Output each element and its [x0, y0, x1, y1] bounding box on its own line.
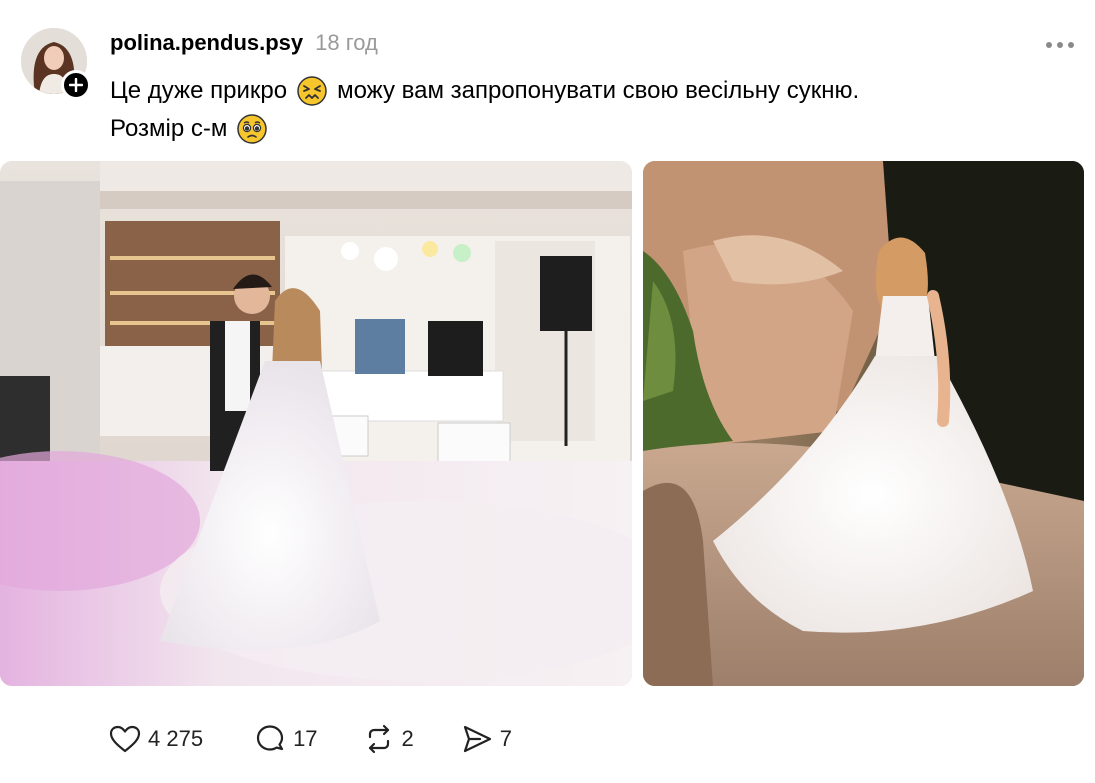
- post-photo-bride-rocks[interactable]: [643, 161, 1084, 686]
- pleading-face-icon: [237, 114, 268, 144]
- like-count: 4 275: [148, 726, 204, 751]
- reply-button[interactable]: 17: [253, 722, 318, 756]
- share-count: 7: [499, 726, 513, 751]
- more-options-button[interactable]: [1046, 38, 1082, 52]
- repost-button[interactable]: 2: [362, 722, 414, 756]
- post-text: Це дуже прикро можу вам запропонувати св…: [110, 72, 1070, 148]
- post-text-line-1: Це дуже прикро можу вам запропонувати св…: [110, 72, 1070, 110]
- repost-icon: [368, 724, 389, 754]
- post-actions: 4 275 17 2 7: [108, 722, 512, 756]
- like-button[interactable]: 4 275: [108, 722, 203, 756]
- more-icon-dot: [1068, 42, 1074, 48]
- more-icon: [1046, 42, 1052, 48]
- post-text-line-2: Розмір с-м: [110, 110, 1070, 148]
- plus-icon: [69, 78, 83, 92]
- comment-icon: [256, 725, 284, 751]
- send-icon: [463, 725, 491, 753]
- repost-count: 2: [401, 726, 414, 751]
- confounded-face-icon: [297, 76, 327, 106]
- heart-icon: [109, 725, 141, 753]
- more-icon-dot: [1057, 42, 1063, 48]
- text-segment: можу вам запропонувати свою весільну сук…: [337, 77, 860, 104]
- post-container: polina.pendus.psy 18 год Це дуже прикро …: [0, 0, 1095, 783]
- text-segment: Розмір с-м: [110, 115, 228, 142]
- post-photo-first-dance[interactable]: [0, 161, 632, 686]
- reply-count: 17: [293, 726, 318, 751]
- text-segment: Це дуже прикро: [110, 77, 288, 104]
- share-button[interactable]: 7: [460, 722, 512, 756]
- post-timestamp[interactable]: 18 год: [315, 30, 378, 56]
- username-link[interactable]: polina.pendus.psy: [110, 30, 303, 56]
- post-header: polina.pendus.psy 18 год: [110, 30, 378, 56]
- follow-button[interactable]: [61, 70, 91, 100]
